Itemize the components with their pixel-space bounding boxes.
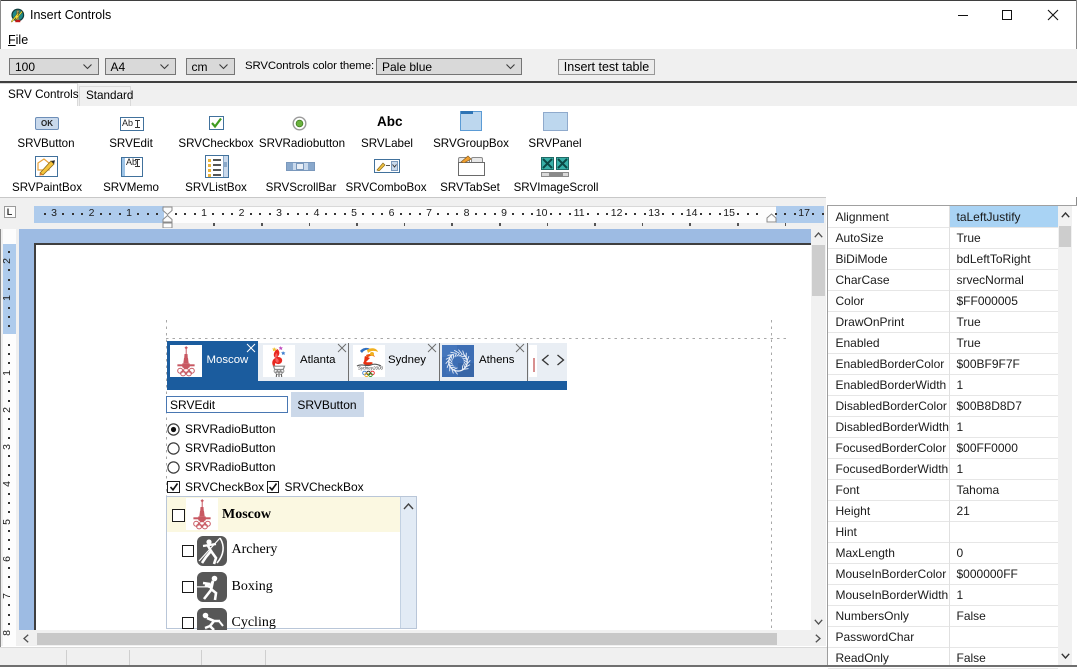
svg-text:Sydney2000: Sydney2000 (358, 365, 384, 370)
